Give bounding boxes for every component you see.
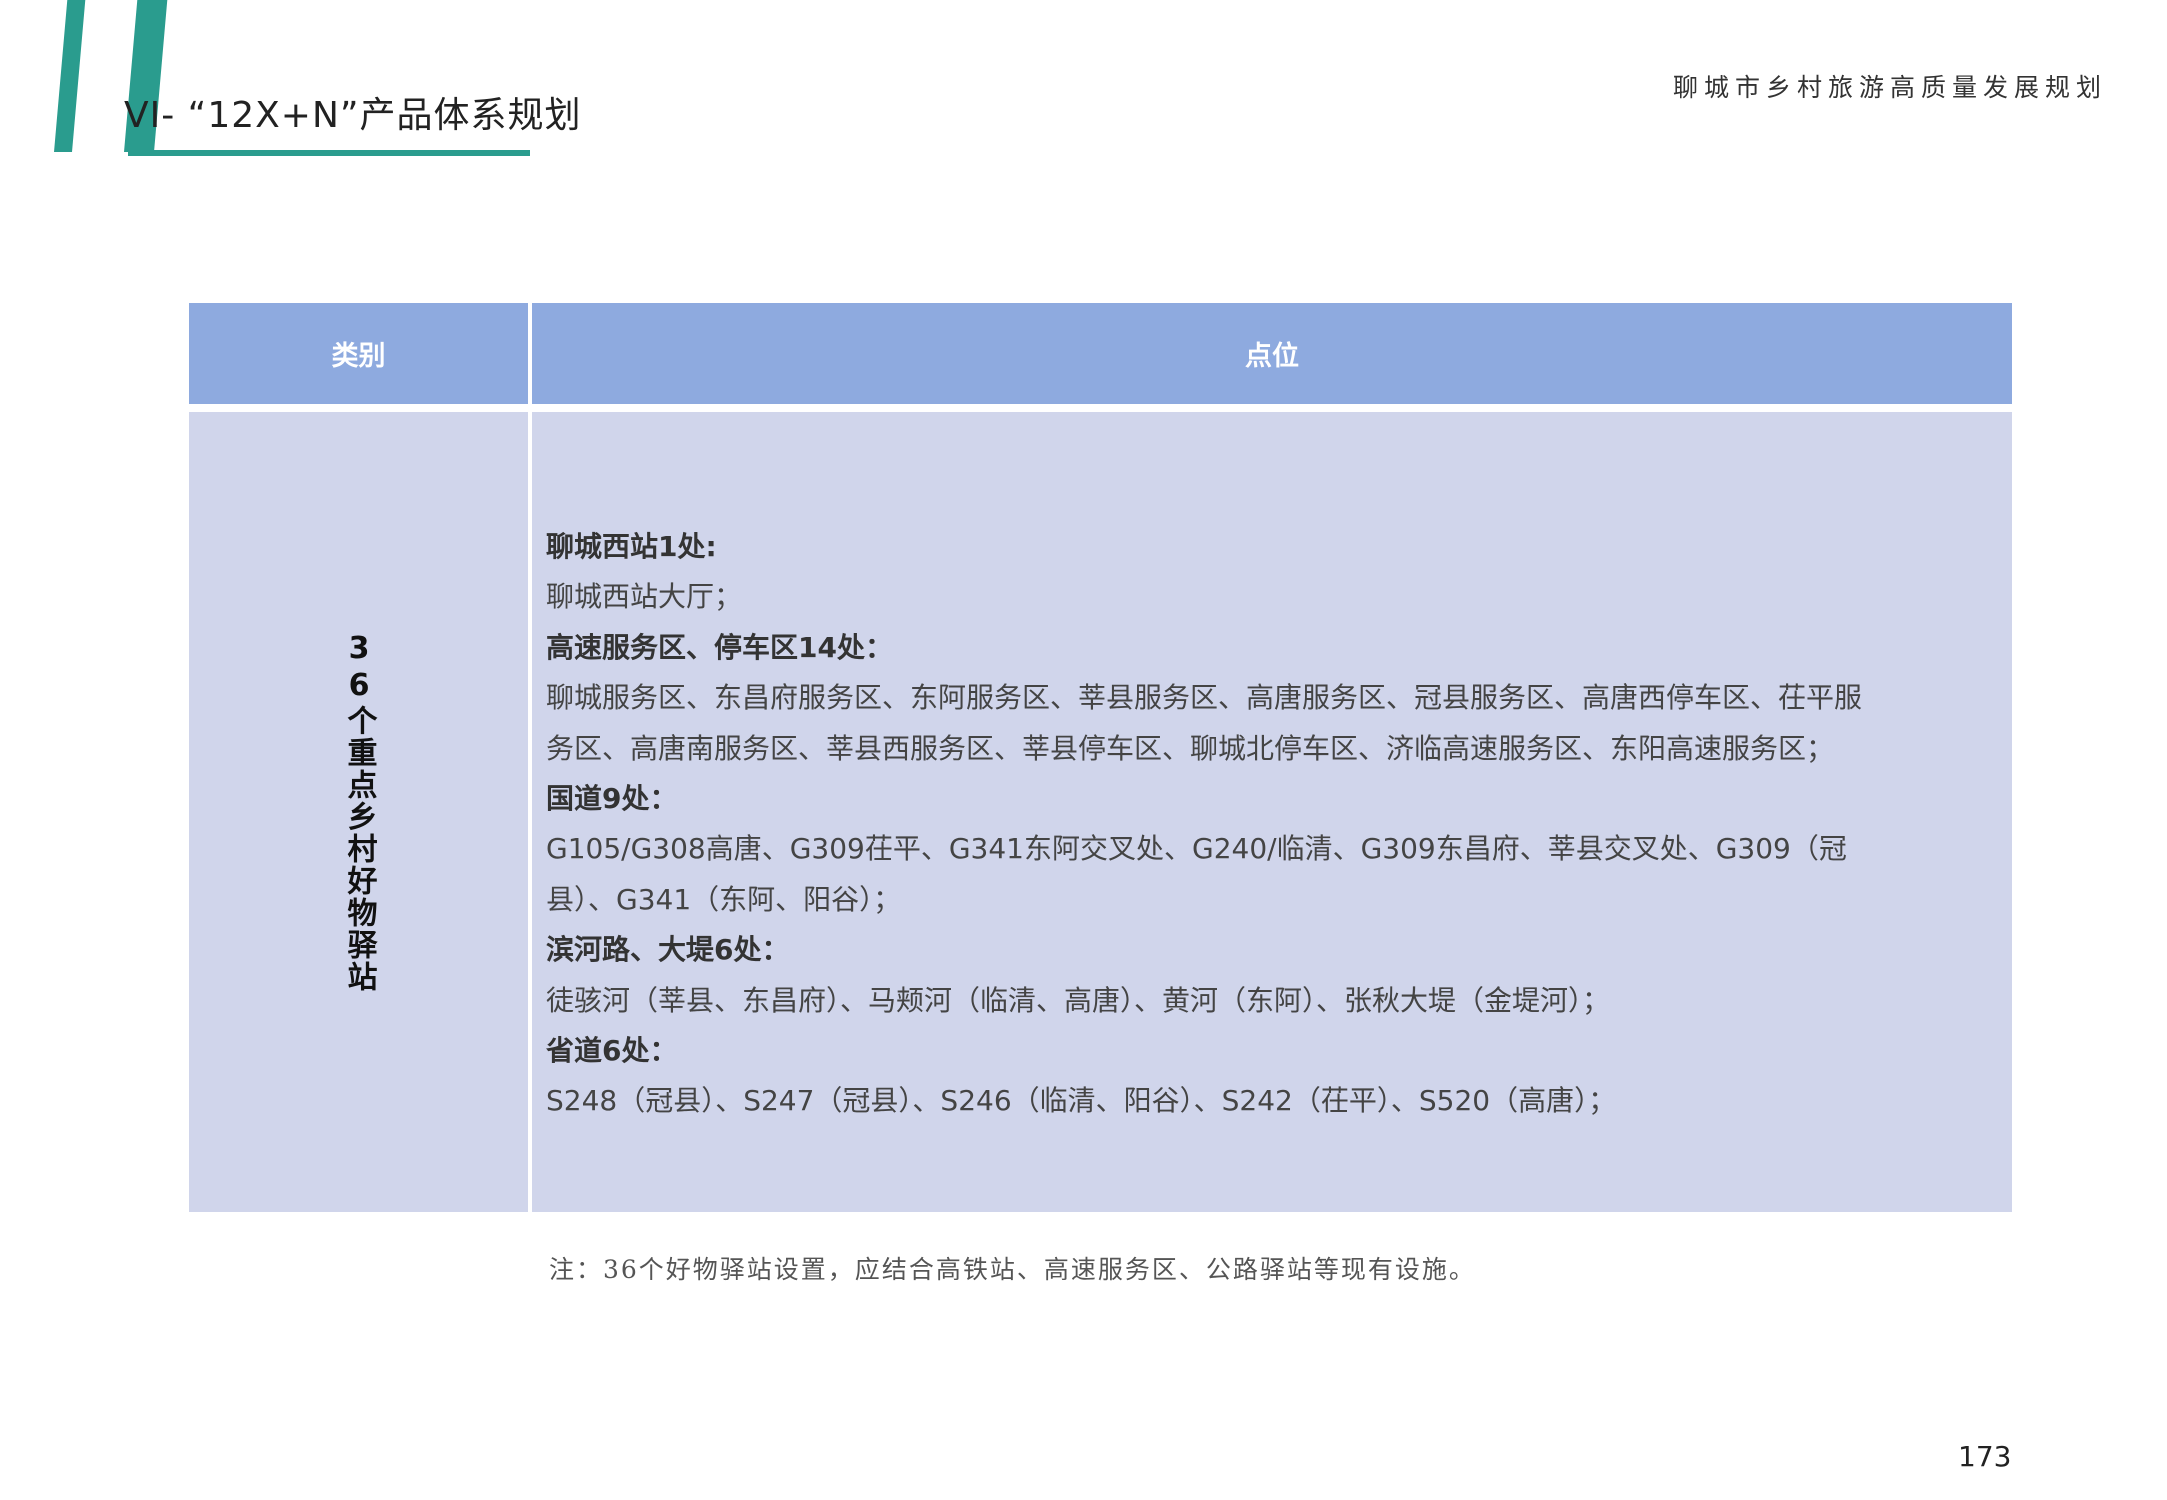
table-row: 36个重点乡村好物驿站 聊城西站1处: 聊城西站大厅； 高速服务区、停车区14处：聊… xyxy=(189,412,2012,1212)
location-list-text: 聊城服务区、东昌府服务区、东阿服务区、莘县服务区、高唐服务区、冠县服务区、高唐西… xyxy=(546,681,1863,715)
location-list-text: G105/G308高唐、G309茌平、G341东阿交叉处、G240/临清、G30… xyxy=(546,832,1847,866)
location-group-heading: 省道6处： xyxy=(546,1034,678,1068)
location-group-heading: 聊城西站1处: xyxy=(546,530,717,563)
location-list-text: 徒骇河（莘县、东昌府）、马颊河（临清、高唐）、黄河（东阿）、张秋大堤（金堤河）； xyxy=(546,983,1611,1017)
category-label: 36个重点乡村好物驿站 xyxy=(341,631,377,993)
location-group-heading: 高速服务区、停车区14处： xyxy=(546,630,893,664)
category-cell: 36个重点乡村好物驿站 xyxy=(189,412,528,1212)
decorative-bar-left xyxy=(54,0,86,152)
location-list-text: S248（冠县）、S247（冠县）、S246（临清、阳谷）、S242（茌平）、S… xyxy=(546,1084,1617,1118)
location-list-text: 县）、G341（东阿、阳谷）； xyxy=(546,882,902,916)
header-category: 类别 xyxy=(189,303,528,404)
locations-cell: 聊城西站1处: 聊城西站大厅； 高速服务区、停车区14处： 聊城服务区、东昌府服务区、… xyxy=(532,412,2012,1212)
location-list-text: 聊城西站大厅； xyxy=(546,580,743,614)
location-group-heading: 滨河路、大堤6处： xyxy=(546,933,790,967)
chapter-title: VI- “12X+N”产品体系规划 xyxy=(124,95,582,136)
location-group-heading: 国道9处： xyxy=(546,782,678,816)
header-locations: 点位 xyxy=(532,303,2012,404)
document-title: 聊城市乡村旅游高质量发展规划 xyxy=(1672,73,2107,102)
table-note: 注：36个好物驿站设置，应结合高铁站、高速服务区、公路驿站等现有设施。 xyxy=(549,1255,1476,1284)
table-header-row: 类别 点位 xyxy=(189,303,2012,404)
location-list-text: 务区、高唐南服务区、莘县西服务区、莘县停车区、聊城北停车区、济临高速服务区、东阳… xyxy=(546,731,1835,765)
product-station-table: 类别 点位 36个重点乡村好物驿站 聊城西站1处: 聊城西站大厅； 高速服务区、停车… xyxy=(189,303,2012,1212)
page-number: 173 xyxy=(1958,1440,2012,1473)
title-underline xyxy=(128,150,530,156)
